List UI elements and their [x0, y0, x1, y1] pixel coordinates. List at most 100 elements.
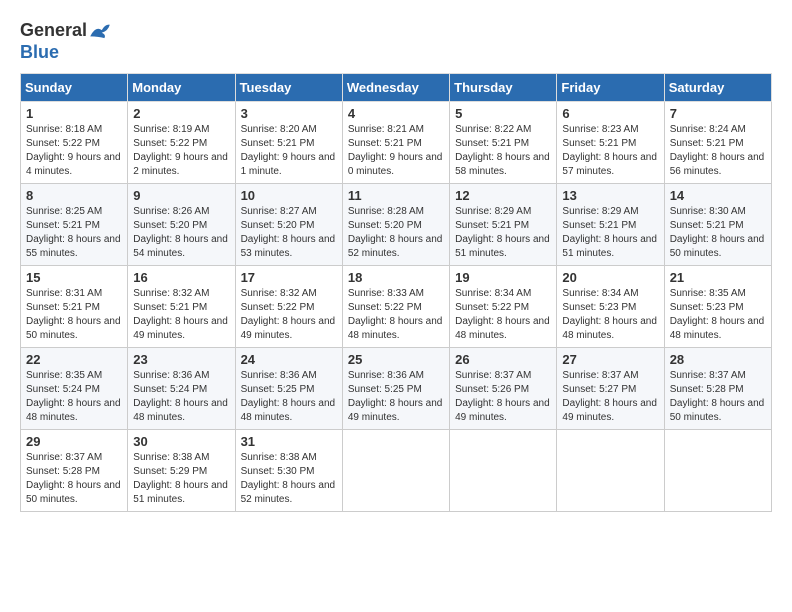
cell-info: Sunrise: 8:37 AM Sunset: 5:28 PM Dayligh…	[670, 369, 766, 425]
calendar-cell: 26 Sunrise: 8:37 AM Sunset: 5:26 PM Dayl…	[450, 348, 557, 430]
weekday-header: Friday	[557, 74, 664, 102]
calendar-cell: 8 Sunrise: 8:25 AM Sunset: 5:21 PM Dayli…	[21, 184, 128, 266]
calendar-cell: 27 Sunrise: 8:37 AM Sunset: 5:27 PM Dayl…	[557, 348, 664, 430]
calendar-cell: 24 Sunrise: 8:36 AM Sunset: 5:25 PM Dayl…	[235, 348, 342, 430]
page-header: General Blue	[20, 20, 772, 63]
weekday-header: Sunday	[21, 74, 128, 102]
weekday-header: Wednesday	[342, 74, 449, 102]
day-number: 4	[348, 106, 444, 121]
cell-info: Sunrise: 8:36 AM Sunset: 5:24 PM Dayligh…	[133, 369, 229, 425]
day-number: 16	[133, 270, 229, 285]
cell-info: Sunrise: 8:36 AM Sunset: 5:25 PM Dayligh…	[241, 369, 337, 425]
day-number: 15	[26, 270, 122, 285]
weekday-header: Monday	[128, 74, 235, 102]
calendar-cell	[342, 430, 449, 512]
calendar-cell	[664, 430, 771, 512]
day-number: 2	[133, 106, 229, 121]
cell-info: Sunrise: 8:30 AM Sunset: 5:21 PM Dayligh…	[670, 205, 766, 261]
day-number: 27	[562, 352, 658, 367]
day-number: 23	[133, 352, 229, 367]
cell-info: Sunrise: 8:38 AM Sunset: 5:30 PM Dayligh…	[241, 451, 337, 507]
day-number: 22	[26, 352, 122, 367]
calendar-cell: 28 Sunrise: 8:37 AM Sunset: 5:28 PM Dayl…	[664, 348, 771, 430]
cell-info: Sunrise: 8:37 AM Sunset: 5:26 PM Dayligh…	[455, 369, 551, 425]
day-number: 19	[455, 270, 551, 285]
weekday-header: Saturday	[664, 74, 771, 102]
logo: General Blue	[20, 20, 111, 63]
cell-info: Sunrise: 8:26 AM Sunset: 5:20 PM Dayligh…	[133, 205, 229, 261]
cell-info: Sunrise: 8:29 AM Sunset: 5:21 PM Dayligh…	[455, 205, 551, 261]
cell-info: Sunrise: 8:34 AM Sunset: 5:23 PM Dayligh…	[562, 287, 658, 343]
calendar-cell: 31 Sunrise: 8:38 AM Sunset: 5:30 PM Dayl…	[235, 430, 342, 512]
calendar-cell: 9 Sunrise: 8:26 AM Sunset: 5:20 PM Dayli…	[128, 184, 235, 266]
calendar-cell: 7 Sunrise: 8:24 AM Sunset: 5:21 PM Dayli…	[664, 102, 771, 184]
calendar-cell: 12 Sunrise: 8:29 AM Sunset: 5:21 PM Dayl…	[450, 184, 557, 266]
calendar-cell: 5 Sunrise: 8:22 AM Sunset: 5:21 PM Dayli…	[450, 102, 557, 184]
calendar-cell: 21 Sunrise: 8:35 AM Sunset: 5:23 PM Dayl…	[664, 266, 771, 348]
day-number: 14	[670, 188, 766, 203]
logo-container: General Blue	[20, 20, 111, 63]
day-number: 10	[241, 188, 337, 203]
calendar-cell: 4 Sunrise: 8:21 AM Sunset: 5:21 PM Dayli…	[342, 102, 449, 184]
day-number: 26	[455, 352, 551, 367]
calendar-cell	[557, 430, 664, 512]
cell-info: Sunrise: 8:38 AM Sunset: 5:29 PM Dayligh…	[133, 451, 229, 507]
weekday-header-row: SundayMondayTuesdayWednesdayThursdayFrid…	[21, 74, 772, 102]
calendar-cell: 25 Sunrise: 8:36 AM Sunset: 5:25 PM Dayl…	[342, 348, 449, 430]
calendar-cell: 19 Sunrise: 8:34 AM Sunset: 5:22 PM Dayl…	[450, 266, 557, 348]
day-number: 7	[670, 106, 766, 121]
day-number: 25	[348, 352, 444, 367]
cell-info: Sunrise: 8:29 AM Sunset: 5:21 PM Dayligh…	[562, 205, 658, 261]
cell-info: Sunrise: 8:37 AM Sunset: 5:27 PM Dayligh…	[562, 369, 658, 425]
cell-info: Sunrise: 8:19 AM Sunset: 5:22 PM Dayligh…	[133, 123, 229, 179]
day-number: 17	[241, 270, 337, 285]
calendar-cell: 13 Sunrise: 8:29 AM Sunset: 5:21 PM Dayl…	[557, 184, 664, 266]
day-number: 11	[348, 188, 444, 203]
calendar-cell: 16 Sunrise: 8:32 AM Sunset: 5:21 PM Dayl…	[128, 266, 235, 348]
day-number: 8	[26, 188, 122, 203]
day-number: 31	[241, 434, 337, 449]
weekday-header: Thursday	[450, 74, 557, 102]
cell-info: Sunrise: 8:34 AM Sunset: 5:22 PM Dayligh…	[455, 287, 551, 343]
cell-info: Sunrise: 8:32 AM Sunset: 5:22 PM Dayligh…	[241, 287, 337, 343]
cell-info: Sunrise: 8:37 AM Sunset: 5:28 PM Dayligh…	[26, 451, 122, 507]
calendar-cell: 23 Sunrise: 8:36 AM Sunset: 5:24 PM Dayl…	[128, 348, 235, 430]
cell-info: Sunrise: 8:24 AM Sunset: 5:21 PM Dayligh…	[670, 123, 766, 179]
calendar-cell: 14 Sunrise: 8:30 AM Sunset: 5:21 PM Dayl…	[664, 184, 771, 266]
day-number: 24	[241, 352, 337, 367]
day-number: 5	[455, 106, 551, 121]
day-number: 3	[241, 106, 337, 121]
day-number: 29	[26, 434, 122, 449]
cell-info: Sunrise: 8:28 AM Sunset: 5:20 PM Dayligh…	[348, 205, 444, 261]
calendar-cell: 2 Sunrise: 8:19 AM Sunset: 5:22 PM Dayli…	[128, 102, 235, 184]
cell-info: Sunrise: 8:22 AM Sunset: 5:21 PM Dayligh…	[455, 123, 551, 179]
calendar-cell: 22 Sunrise: 8:35 AM Sunset: 5:24 PM Dayl…	[21, 348, 128, 430]
logo-text: General	[20, 20, 111, 42]
calendar-week-row: 8 Sunrise: 8:25 AM Sunset: 5:21 PM Dayli…	[21, 184, 772, 266]
calendar-cell	[450, 430, 557, 512]
cell-info: Sunrise: 8:35 AM Sunset: 5:24 PM Dayligh…	[26, 369, 122, 425]
calendar-cell: 20 Sunrise: 8:34 AM Sunset: 5:23 PM Dayl…	[557, 266, 664, 348]
cell-info: Sunrise: 8:33 AM Sunset: 5:22 PM Dayligh…	[348, 287, 444, 343]
calendar-cell: 3 Sunrise: 8:20 AM Sunset: 5:21 PM Dayli…	[235, 102, 342, 184]
calendar-cell: 15 Sunrise: 8:31 AM Sunset: 5:21 PM Dayl…	[21, 266, 128, 348]
calendar-cell: 29 Sunrise: 8:37 AM Sunset: 5:28 PM Dayl…	[21, 430, 128, 512]
cell-info: Sunrise: 8:25 AM Sunset: 5:21 PM Dayligh…	[26, 205, 122, 261]
calendar-week-row: 22 Sunrise: 8:35 AM Sunset: 5:24 PM Dayl…	[21, 348, 772, 430]
cell-info: Sunrise: 8:36 AM Sunset: 5:25 PM Dayligh…	[348, 369, 444, 425]
day-number: 12	[455, 188, 551, 203]
calendar-cell: 11 Sunrise: 8:28 AM Sunset: 5:20 PM Dayl…	[342, 184, 449, 266]
cell-info: Sunrise: 8:20 AM Sunset: 5:21 PM Dayligh…	[241, 123, 337, 179]
logo-bird-icon	[89, 23, 111, 39]
calendar-cell: 1 Sunrise: 8:18 AM Sunset: 5:22 PM Dayli…	[21, 102, 128, 184]
day-number: 30	[133, 434, 229, 449]
day-number: 18	[348, 270, 444, 285]
calendar-week-row: 1 Sunrise: 8:18 AM Sunset: 5:22 PM Dayli…	[21, 102, 772, 184]
day-number: 20	[562, 270, 658, 285]
calendar-week-row: 15 Sunrise: 8:31 AM Sunset: 5:21 PM Dayl…	[21, 266, 772, 348]
day-number: 21	[670, 270, 766, 285]
cell-info: Sunrise: 8:32 AM Sunset: 5:21 PM Dayligh…	[133, 287, 229, 343]
cell-info: Sunrise: 8:35 AM Sunset: 5:23 PM Dayligh…	[670, 287, 766, 343]
day-number: 1	[26, 106, 122, 121]
calendar-cell: 18 Sunrise: 8:33 AM Sunset: 5:22 PM Dayl…	[342, 266, 449, 348]
